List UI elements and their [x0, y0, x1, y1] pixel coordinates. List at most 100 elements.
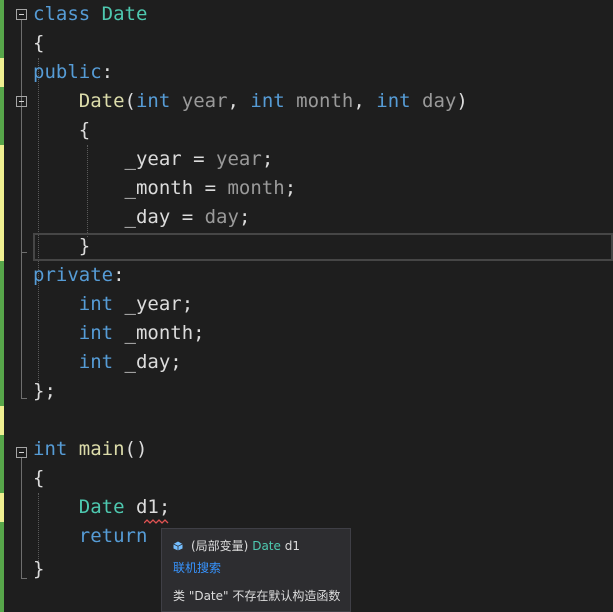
- semicolon: ;: [284, 177, 297, 199]
- code-editor[interactable]: class Date { public: Date(int year, int …: [0, 0, 613, 612]
- change-marker-unsaved: [0, 145, 4, 261]
- outline-end: [21, 578, 27, 579]
- code-line-7[interactable]: _month = month;: [33, 174, 297, 203]
- constructor-name: Date: [78, 90, 125, 112]
- change-marker-saved: [0, 261, 4, 406]
- semicolon: ;: [158, 496, 171, 518]
- param-ref: day: [204, 206, 239, 228]
- local-variable-icon: [173, 541, 183, 551]
- param-type: int: [135, 90, 171, 112]
- change-marker-unsaved: [0, 406, 4, 435]
- member-declaration: _month;: [113, 322, 205, 344]
- member-variable: _month: [124, 177, 194, 199]
- variable-name: d1: [135, 496, 159, 518]
- code-line-12[interactable]: int _month;: [33, 319, 205, 348]
- tooltip-scope: (局部变量): [191, 539, 249, 553]
- code-line-9[interactable]: }: [33, 232, 90, 261]
- semicolon: ;: [261, 148, 274, 170]
- change-marker-unsaved: [0, 58, 4, 87]
- return-type: int: [33, 438, 68, 460]
- online-search-link[interactable]: 联机搜索: [173, 559, 221, 576]
- member-variable: _year: [124, 148, 182, 170]
- brace: }: [33, 558, 45, 580]
- member-declaration: _day;: [113, 351, 182, 373]
- colon: :: [101, 61, 114, 83]
- function-name: main: [78, 438, 125, 460]
- keyword: return: [78, 525, 148, 547]
- param-name: year: [170, 90, 228, 112]
- param-name: month: [284, 90, 354, 112]
- tooltip-type: Date: [252, 539, 281, 553]
- member-type: int: [78, 322, 114, 344]
- code-line-8[interactable]: _day = day;: [33, 203, 251, 232]
- error-squiggle: [144, 519, 169, 524]
- code-line-19[interactable]: return: [33, 522, 148, 551]
- colon: :: [113, 264, 125, 286]
- code-line-10[interactable]: private:: [33, 261, 125, 290]
- param-type: int: [250, 90, 285, 112]
- keyword: class: [33, 3, 91, 25]
- param-ref: year: [216, 148, 262, 170]
- code-line-4[interactable]: Date(int year, int month, int day): [33, 87, 468, 116]
- access-specifier: private: [33, 264, 114, 286]
- code-line-5[interactable]: {: [33, 116, 90, 145]
- code-line-1[interactable]: class Date: [33, 0, 147, 29]
- comma: ,: [227, 90, 251, 112]
- change-marker-saved: [0, 0, 4, 58]
- code-line-16[interactable]: int main(): [33, 435, 147, 464]
- tooltip-signature: (局部变量) Date d1: [173, 537, 300, 554]
- code-line-6[interactable]: _year = year;: [33, 145, 274, 174]
- param-ref: month: [227, 177, 285, 199]
- outline-line: [21, 458, 22, 578]
- param-name: day: [410, 90, 457, 112]
- class-end: };: [33, 380, 56, 402]
- change-marker-unsaved: [0, 493, 4, 522]
- collapse-class-icon[interactable]: [16, 9, 27, 20]
- code-line-17[interactable]: {: [33, 464, 44, 493]
- change-marker-saved: [0, 87, 4, 145]
- brace: {: [33, 32, 45, 54]
- access-specifier: public: [33, 61, 102, 83]
- code-line-2[interactable]: {: [33, 29, 44, 58]
- parens: (): [124, 438, 148, 460]
- code-line-18[interactable]: Date d1;: [33, 493, 171, 522]
- code-line-14[interactable]: };: [33, 377, 56, 406]
- collapse-main-icon[interactable]: [16, 447, 27, 458]
- outline-end: [21, 398, 27, 399]
- code-line-3[interactable]: public:: [33, 58, 113, 87]
- member-declaration: _year;: [113, 293, 194, 315]
- collapse-constructor-icon[interactable]: [16, 96, 27, 107]
- code-line-13[interactable]: int _day;: [33, 348, 182, 377]
- class-name: Date: [101, 3, 148, 25]
- change-marker-saved: [0, 435, 4, 493]
- code-line-11[interactable]: int _year;: [33, 290, 193, 319]
- operator: =: [193, 177, 228, 199]
- operator: =: [170, 206, 205, 228]
- paren: (: [124, 90, 136, 112]
- outline-end: [21, 252, 27, 253]
- member-type: int: [78, 351, 114, 373]
- member-type: int: [78, 293, 114, 315]
- semicolon: ;: [238, 206, 251, 228]
- brace: {: [78, 119, 91, 141]
- class-name: Date: [78, 496, 125, 518]
- operator: =: [181, 148, 217, 170]
- code-line-20[interactable]: }: [33, 555, 44, 584]
- change-marker-saved: [0, 522, 4, 612]
- member-variable: _day: [124, 206, 171, 228]
- brace: {: [33, 467, 45, 489]
- brace: }: [78, 235, 91, 257]
- quick-info-tooltip: (局部变量) Date d1 联机搜索 类 "Date" 不存在默认构造函数: [161, 528, 351, 612]
